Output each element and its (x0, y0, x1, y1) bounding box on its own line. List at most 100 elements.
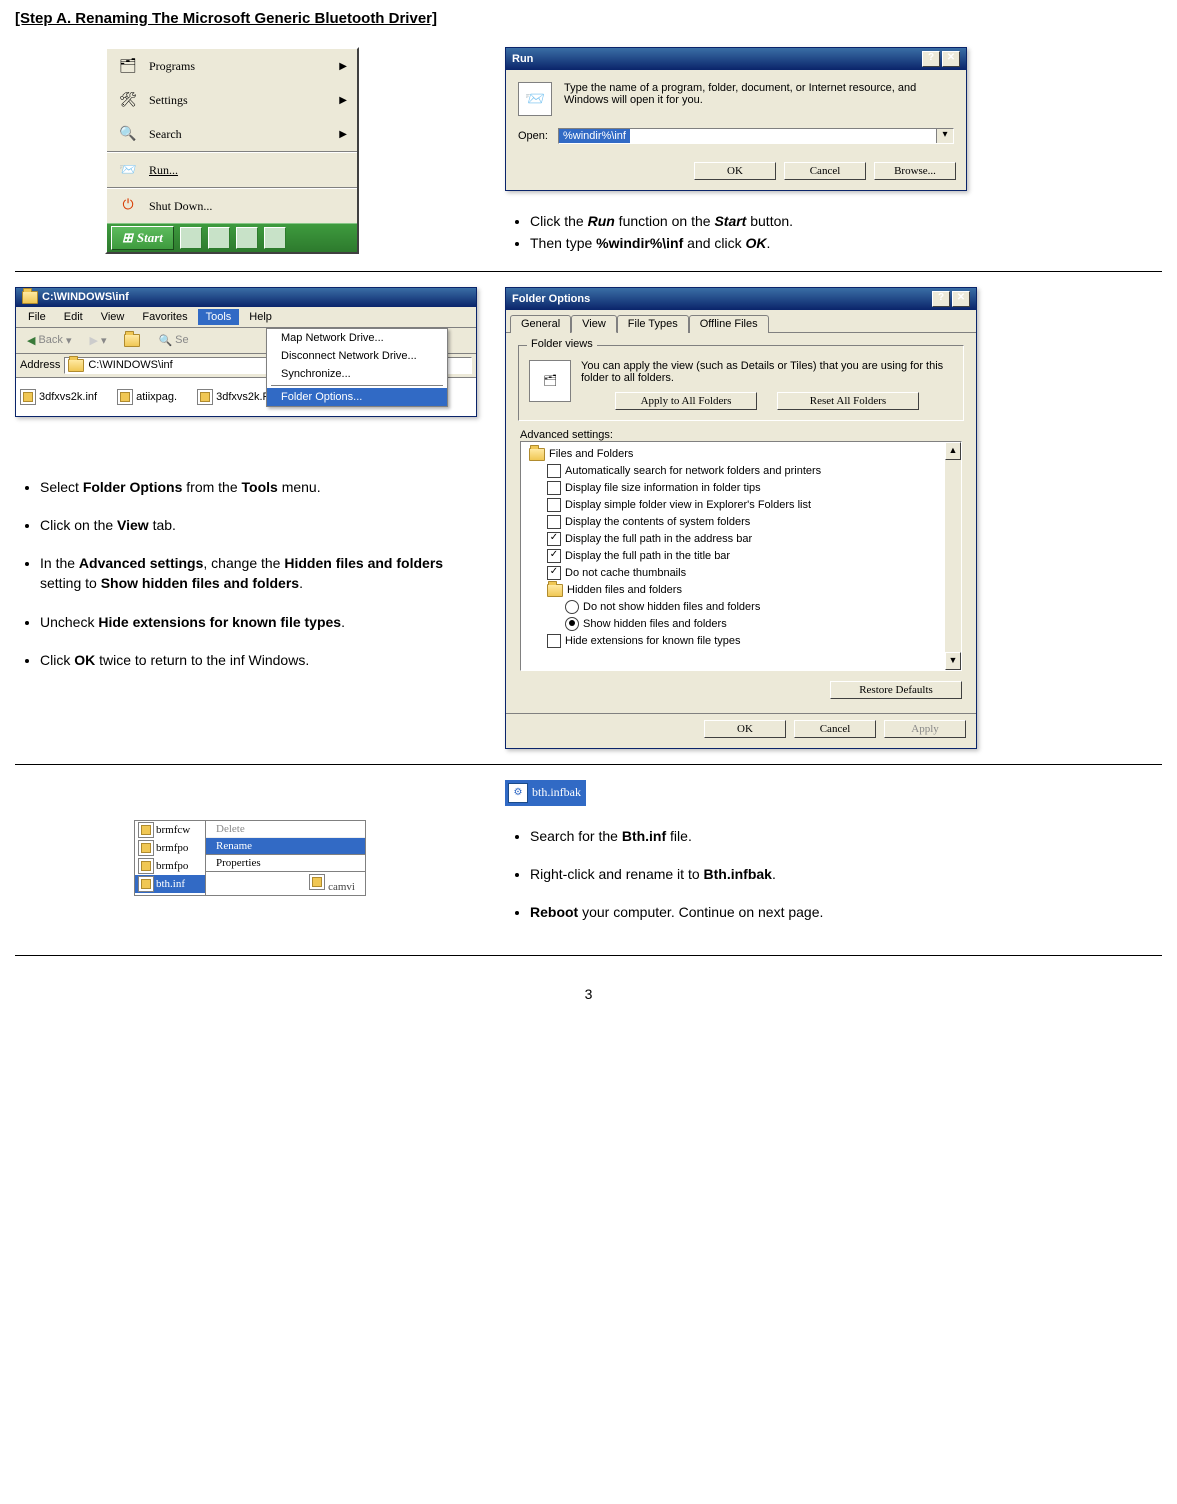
inf-file-icon (138, 840, 154, 856)
ctx-delete[interactable]: Delete (206, 821, 365, 838)
address-label: Address (20, 359, 60, 371)
start-menu: 🗂 Programs ▶ 🛠 Settings ▶ 🔍 Search ▶ 📨 R… (105, 47, 359, 254)
submenu-arrow-icon: ▶ (339, 129, 347, 140)
ctx-properties[interactable]: Properties (206, 854, 365, 871)
menu-view[interactable]: View (93, 309, 133, 325)
folder-icon (22, 291, 38, 304)
folder-views-icon: 🗂 (529, 360, 571, 402)
restore-defaults-button[interactable]: Restore Defaults (830, 681, 962, 699)
windows-logo-icon: ⊞ (122, 230, 133, 246)
page-title: [Step A. Renaming The Microsoft Generic … (15, 10, 1162, 27)
start-item-run[interactable]: 📨 Run... (107, 153, 357, 187)
renamed-file[interactable]: ⚙ bth.infbak (505, 780, 586, 806)
open-label: Open: (518, 130, 548, 142)
instructions-block-3: Search for the Bth.inf file. Right-click… (505, 826, 1162, 923)
instructions-block-2: Select Folder Options from the Tools men… (15, 477, 485, 671)
inf-file-icon (309, 874, 325, 890)
folder-icon (547, 584, 563, 597)
tab-view[interactable]: View (571, 315, 617, 333)
scroll-up-icon[interactable]: ▲ (945, 442, 961, 460)
folder-options-dialog: Folder Options ? ✕ General View File Typ… (505, 287, 977, 749)
submenu-arrow-icon: ▶ (339, 95, 347, 106)
programs-icon: 🗂 (117, 55, 139, 77)
folder-views-group: Folder views 🗂 You can apply the view (s… (518, 345, 964, 421)
back-button[interactable]: ◀ Back ▾ (20, 331, 78, 350)
drop-disconnect[interactable]: Disconnect Network Drive... (267, 347, 447, 365)
dropdown-arrow-icon[interactable]: ▾ (936, 129, 953, 143)
start-item-programs[interactable]: 🗂 Programs ▶ (107, 49, 357, 83)
file-item[interactable]: brmfpo (135, 857, 205, 875)
inf-file-icon (138, 858, 154, 874)
close-button[interactable]: ✕ (942, 51, 960, 67)
inf-file-icon (138, 876, 154, 892)
quicklaunch-item[interactable] (180, 227, 202, 249)
drop-map[interactable]: Map Network Drive... (267, 329, 447, 347)
menubar: File Edit View Favorites Tools Help (16, 307, 476, 328)
folder-options-title: Folder Options (512, 293, 590, 305)
quicklaunch-item[interactable] (236, 227, 258, 249)
run-dialog-icon: 📨 (518, 82, 552, 116)
ok-button[interactable]: OK (694, 162, 776, 180)
file-item[interactable]: 3dfxvs2k.inf (20, 382, 97, 412)
search-button[interactable]: 🔍 Se (151, 331, 195, 350)
file-item[interactable]: brmfcw (135, 821, 205, 839)
menu-edit[interactable]: Edit (56, 309, 91, 325)
drop-sync[interactable]: Synchronize... (267, 365, 447, 383)
help-button[interactable]: ? (922, 51, 940, 67)
menu-help[interactable]: Help (241, 309, 280, 325)
search-icon: 🔍 (117, 123, 139, 145)
run-dialog-desc: Type the name of a program, folder, docu… (564, 82, 954, 116)
taskbar: ⊞ Start (107, 223, 357, 252)
start-item-search[interactable]: 🔍 Search ▶ (107, 117, 357, 151)
run-dialog: Run ? ✕ 📨 Type the name of a program, fo… (505, 47, 967, 191)
forward-button[interactable]: ▶ ▾ (82, 331, 113, 350)
file-item[interactable]: brmfpo (135, 839, 205, 857)
close-button[interactable]: ✕ (952, 291, 970, 307)
browse-button[interactable]: Browse... (874, 162, 956, 180)
drop-folder-options[interactable]: Folder Options... (267, 388, 447, 406)
open-input[interactable]: %windir%\inf (559, 129, 630, 143)
cancel-button[interactable]: Cancel (784, 162, 866, 180)
advanced-label: Advanced settings: (520, 429, 962, 441)
tab-offline-files[interactable]: Offline Files (689, 315, 769, 333)
rename-context: brmfcw brmfpo brmfpo bth.inf Delete Rena… (134, 820, 366, 896)
file-item[interactable]: atiixpag. (117, 382, 177, 412)
file-item-selected[interactable]: bth.inf (135, 875, 205, 893)
up-button[interactable] (117, 331, 147, 350)
instructions-block-1: Click the Run function on the Start butt… (505, 211, 1162, 254)
tab-general[interactable]: General (510, 315, 571, 333)
menu-favorites[interactable]: Favorites (134, 309, 195, 325)
run-icon: 📨 (117, 159, 139, 181)
menu-tools[interactable]: Tools (198, 309, 240, 325)
menu-file[interactable]: File (20, 309, 54, 325)
apply-all-button[interactable]: Apply to All Folders (615, 392, 757, 410)
quicklaunch-item[interactable] (208, 227, 230, 249)
ctx-rename[interactable]: Rename (206, 838, 365, 854)
up-folder-icon (124, 334, 140, 347)
scroll-down-icon[interactable]: ▼ (945, 652, 961, 670)
scrollbar[interactable]: ▲ ▼ (945, 442, 961, 670)
start-button[interactable]: ⊞ Start (111, 226, 174, 250)
folder-icon (529, 448, 545, 461)
cancel-button[interactable]: Cancel (794, 720, 876, 738)
tools-dropdown: Map Network Drive... Disconnect Network … (266, 328, 448, 407)
explorer-title: C:\WINDOWS\inf (42, 291, 129, 303)
submenu-arrow-icon: ▶ (339, 61, 347, 72)
apply-button[interactable]: Apply (884, 720, 966, 738)
start-item-shutdown[interactable]: ⏻ Shut Down... (107, 189, 357, 223)
settings-icon: 🛠 (117, 89, 139, 111)
quicklaunch-item[interactable] (264, 227, 286, 249)
advanced-tree[interactable]: Files and Folders Automatically search f… (520, 441, 962, 671)
help-button[interactable]: ? (932, 291, 950, 307)
folder-icon (68, 359, 84, 372)
reset-all-button[interactable]: Reset All Folders (777, 392, 919, 410)
inf-file-icon (20, 389, 36, 405)
inf-file-icon (138, 822, 154, 838)
pnf-file-icon (197, 389, 213, 405)
tab-file-types[interactable]: File Types (617, 315, 689, 333)
ok-button[interactable]: OK (704, 720, 786, 738)
shutdown-icon: ⏻ (117, 195, 139, 217)
start-item-settings[interactable]: 🛠 Settings ▶ (107, 83, 357, 117)
inf-file-icon: ⚙ (508, 783, 528, 803)
inf-file-icon (117, 389, 133, 405)
